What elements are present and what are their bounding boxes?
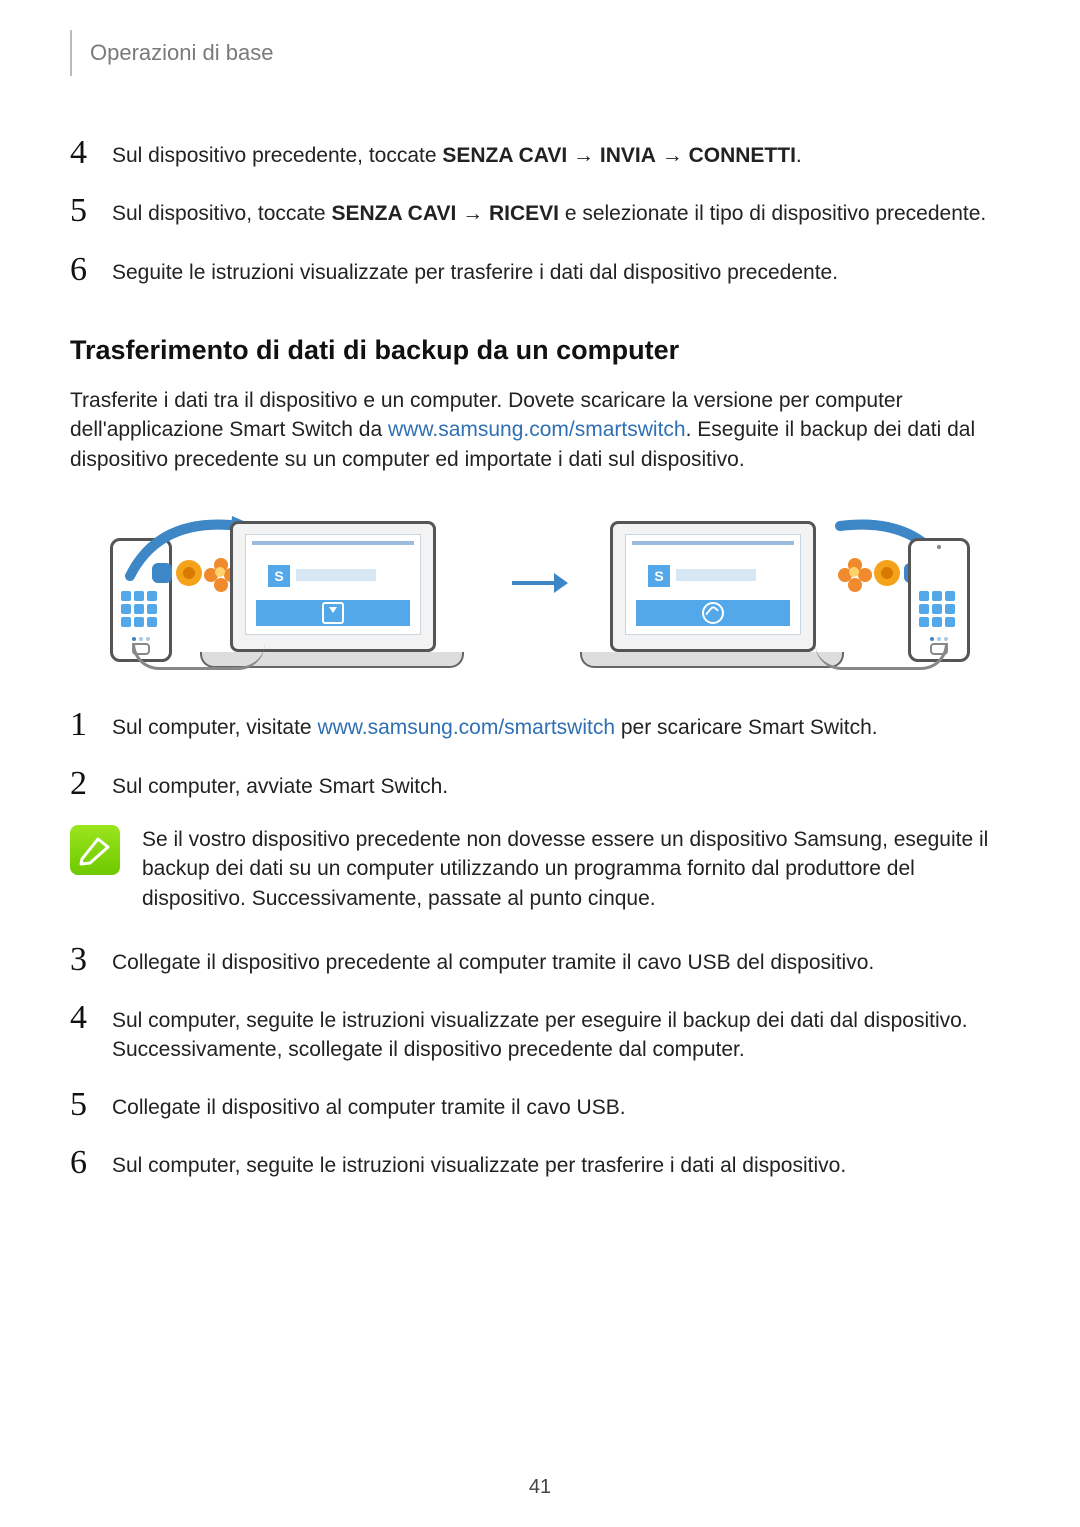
step-text: Seguite le istruzioni visualizzate per t… — [112, 253, 1010, 287]
text: Sul dispositivo, toccate — [112, 202, 331, 225]
arrow-text: → — [567, 144, 600, 167]
arrow-text: → — [656, 144, 689, 167]
text: e selezionate il tipo di dispositivo pre… — [559, 202, 986, 225]
laptop-icon: S — [230, 521, 464, 668]
list-item: 4 Sul dispositivo precedente, toccate SE… — [70, 136, 1010, 170]
bold-text: RICEVI — [489, 202, 559, 225]
step-text: Sul computer, avviate Smart Switch. — [112, 767, 1010, 801]
text: per scaricare Smart Switch. — [615, 716, 878, 739]
illustration-export-panel: S — [110, 498, 480, 668]
import-icon — [702, 602, 724, 624]
smartswitch-link[interactable]: www.samsung.com/smartswitch — [388, 418, 686, 441]
step-number: 2 — [70, 767, 112, 801]
app-tile-icon — [152, 563, 172, 583]
app-flower-icon — [840, 558, 870, 588]
export-icon — [322, 602, 344, 624]
text: Sul dispositivo precedente, toccate — [112, 144, 442, 167]
pc-steps-list: 1 Sul computer, visitate www.samsung.com… — [70, 708, 1010, 801]
note-icon — [70, 825, 120, 875]
step-text: Sul computer, seguite le istruzioni visu… — [112, 1146, 1010, 1180]
section-heading: Trasferimento di dati di backup da un co… — [70, 335, 1010, 366]
smartswitch-badge: S — [648, 565, 670, 587]
step-text: Collegate il dispositivo al computer tra… — [112, 1088, 1010, 1122]
smartswitch-badge: S — [268, 565, 290, 587]
smartswitch-link[interactable]: www.samsung.com/smartswitch — [317, 716, 615, 739]
step-text: Collegate il dispositivo precedente al c… — [112, 943, 1010, 977]
step-number: 4 — [70, 1001, 112, 1035]
list-item: 2 Sul computer, avviate Smart Switch. — [70, 767, 1010, 801]
list-item: 1 Sul computer, visitate www.samsung.com… — [70, 708, 1010, 742]
arrow-right-icon — [510, 571, 570, 595]
usb-cable-icon — [132, 643, 265, 670]
arrow-text: → — [456, 202, 489, 225]
note-callout: Se il vostro dispositivo precedente non … — [70, 825, 1010, 913]
step-number: 6 — [70, 253, 112, 287]
breadcrumb: Operazioni di base — [70, 30, 1010, 76]
usb-cable-icon — [815, 643, 948, 670]
step-text: Sul computer, seguite le istruzioni visu… — [112, 1001, 1010, 1064]
list-item: 4 Sul computer, seguite le istruzioni vi… — [70, 1001, 1010, 1064]
wireless-steps-list: 4 Sul dispositivo precedente, toccate SE… — [70, 136, 1010, 287]
illustration-import-panel: S — [600, 498, 970, 668]
text: . — [796, 144, 802, 167]
text: Sul computer, visitate — [112, 716, 317, 739]
bold-text: INVIA — [600, 144, 656, 167]
laptop-icon: S — [610, 521, 844, 668]
step-number: 5 — [70, 194, 112, 228]
app-circle-icon — [176, 560, 202, 586]
step-number: 3 — [70, 943, 112, 977]
app-circle-icon — [874, 560, 900, 586]
page-section-title: Operazioni di base — [90, 40, 273, 66]
step-number: 5 — [70, 1088, 112, 1122]
bold-text: SENZA CAVI — [331, 202, 456, 225]
page-number: 41 — [0, 1476, 1080, 1499]
app-icons — [152, 558, 236, 588]
list-item: 6 Seguite le istruzioni visualizzate per… — [70, 253, 1010, 287]
step-text: Sul dispositivo, toccate SENZA CAVI → RI… — [112, 194, 1010, 228]
intro-paragraph: Trasferite i dati tra il dispositivo e u… — [70, 386, 1010, 474]
note-text: Se il vostro dispositivo precedente non … — [142, 825, 1010, 913]
step-text: Sul computer, visitate www.samsung.com/s… — [112, 708, 1010, 742]
list-item: 6 Sul computer, seguite le istruzioni vi… — [70, 1146, 1010, 1180]
list-item: 5 Sul dispositivo, toccate SENZA CAVI → … — [70, 194, 1010, 228]
bold-text: CONNETTI — [689, 144, 796, 167]
list-item: 3 Collegate il dispositivo precedente al… — [70, 943, 1010, 977]
transfer-illustration: S S — [70, 498, 1010, 668]
bold-text: SENZA CAVI — [442, 144, 567, 167]
step-number: 4 — [70, 136, 112, 170]
pc-steps-list-cont: 3 Collegate il dispositivo precedente al… — [70, 943, 1010, 1181]
list-item: 5 Collegate il dispositivo al computer t… — [70, 1088, 1010, 1122]
step-number: 1 — [70, 708, 112, 742]
step-text: Sul dispositivo precedente, toccate SENZ… — [112, 136, 1010, 170]
step-number: 6 — [70, 1146, 112, 1180]
